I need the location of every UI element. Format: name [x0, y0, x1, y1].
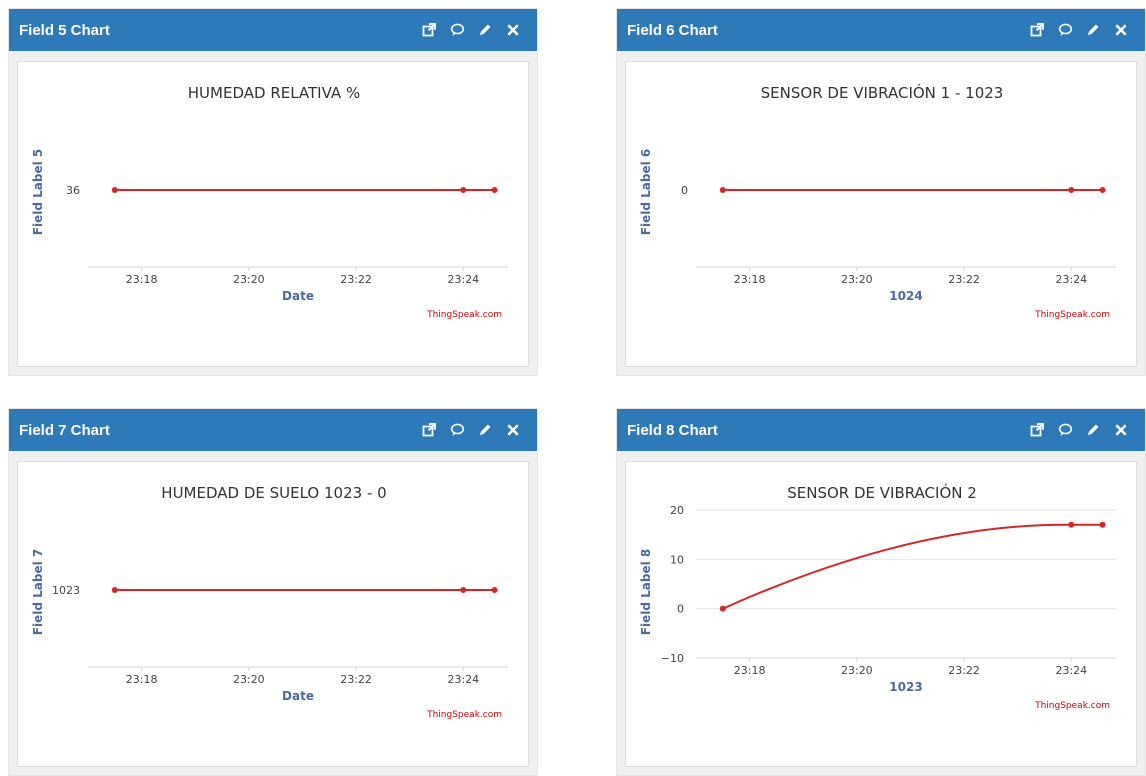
comment-icon[interactable] [1051, 418, 1079, 442]
chart-title: SENSOR DE VIBRACIÓN 2 [787, 483, 977, 502]
comment-icon[interactable] [1051, 18, 1079, 42]
x-tick-label: 23:20 [233, 673, 265, 686]
y-axis-label: Field Label 5 [31, 149, 45, 235]
close-icon[interactable] [499, 18, 527, 42]
external-link-icon[interactable] [415, 18, 443, 42]
x-tick-label: 23:22 [948, 273, 980, 286]
chart-title: SENSOR DE VIBRACIÓN 1 - 1023 [761, 83, 1004, 102]
x-tick-label: 23:20 [233, 273, 265, 286]
comment-icon[interactable] [443, 18, 471, 42]
external-link-icon[interactable] [415, 418, 443, 442]
y-tick-label: 20 [670, 504, 684, 517]
chart-area: SENSOR DE VIBRACIÓN 2 Field Label 8 20 10 0 −… [625, 461, 1137, 767]
data-point[interactable] [111, 587, 118, 593]
x-tick-label: 23:24 [447, 673, 479, 686]
comment-icon[interactable] [443, 418, 471, 442]
pencil-icon[interactable] [1079, 418, 1107, 442]
panel-header: Field 5 Chart [9, 9, 537, 51]
field-6-chart-panel: Field 6 Chart SENSOR DE VIBRACIÓN 1 - 10… [616, 8, 1146, 376]
y-axis-label: Field Label 8 [639, 549, 653, 635]
data-point[interactable] [491, 187, 498, 193]
x-axis-label: 1024 [889, 289, 922, 303]
thingspeak-credit-link[interactable]: ThingSpeak.com [1034, 701, 1110, 711]
chart-svg: SENSOR DE VIBRACIÓN 2 Field Label 8 20 10 0 −… [639, 483, 1116, 711]
chart-area: SENSOR DE VIBRACIÓN 1 - 1023 Field Label … [625, 61, 1137, 367]
header-icons [415, 18, 527, 42]
x-axis-label: Date [282, 689, 314, 703]
x-tick-label: 23:20 [841, 273, 873, 286]
y-tick-label: 36 [66, 184, 80, 197]
x-tick-label: 23:18 [734, 664, 766, 677]
panel-header: Field 7 Chart [9, 409, 537, 451]
data-point[interactable] [719, 187, 726, 193]
data-point[interactable] [719, 605, 726, 612]
x-tick-label: 23:24 [1055, 664, 1087, 677]
close-icon[interactable] [499, 418, 527, 442]
y-tick-label: 0 [681, 184, 688, 197]
pencil-icon[interactable] [1079, 18, 1107, 42]
x-tick-label: 23:18 [734, 273, 766, 286]
y-axis-label: Field Label 6 [639, 149, 653, 235]
pencil-icon[interactable] [471, 18, 499, 42]
close-icon[interactable] [1107, 418, 1135, 442]
field-5-chart-panel: Field 5 Chart HUMEDAD RELATIVA % Field La… [8, 8, 538, 376]
y-tick-label: 0 [677, 603, 684, 616]
data-point[interactable] [111, 187, 118, 193]
y-tick-label: 10 [670, 553, 684, 566]
data-point[interactable] [460, 587, 467, 593]
chart-svg: HUMEDAD DE SUELO 1023 - 0 Field Label 7 10… [31, 484, 508, 720]
header-icons [1023, 418, 1135, 442]
header-icons [1023, 18, 1135, 42]
data-point[interactable] [491, 587, 498, 593]
field-8-chart-panel: Field 8 Chart SENSOR DE VIBRACIÓN 2 Field… [616, 408, 1146, 776]
panel-title: Field 8 Chart [627, 421, 718, 439]
close-icon[interactable] [1107, 18, 1135, 42]
y-tick-label: 1023 [52, 584, 80, 597]
chart-title: HUMEDAD DE SUELO 1023 - 0 [161, 484, 386, 502]
pencil-icon[interactable] [471, 418, 499, 442]
data-point[interactable] [1068, 187, 1075, 193]
panel-header: Field 8 Chart [617, 409, 1145, 451]
field-7-chart-panel: Field 7 Chart HUMEDAD DE SUELO 1023 - 0 F… [8, 408, 538, 776]
data-point[interactable] [460, 187, 467, 193]
x-tick-label: 23:24 [1055, 273, 1087, 286]
data-point[interactable] [1099, 187, 1106, 193]
panel-header: Field 6 Chart [617, 9, 1145, 51]
x-axis-label: Date [282, 289, 314, 303]
panel-title: Field 5 Chart [19, 21, 110, 39]
chart-svg: SENSOR DE VIBRACIÓN 1 - 1023 Field Label … [639, 83, 1116, 320]
data-point[interactable] [1068, 521, 1075, 528]
x-tick-label: 23:22 [340, 273, 372, 286]
thingspeak-credit-link[interactable]: ThingSpeak.com [426, 710, 502, 720]
external-link-icon[interactable] [1023, 18, 1051, 42]
x-tick-label: 23:22 [340, 673, 372, 686]
data-point[interactable] [1099, 521, 1106, 528]
external-link-icon[interactable] [1023, 418, 1051, 442]
header-icons [415, 418, 527, 442]
y-axis-label: Field Label 7 [31, 549, 45, 635]
panel-title: Field 6 Chart [627, 21, 718, 39]
y-tick-label: −10 [661, 652, 684, 665]
chart-svg: HUMEDAD RELATIVA % Field Label 5 36 23:18 23… [31, 84, 508, 320]
chart-area: HUMEDAD RELATIVA % Field Label 5 36 23:18 23… [17, 61, 529, 367]
chart-title: HUMEDAD RELATIVA % [188, 84, 360, 102]
x-tick-label: 23:24 [447, 273, 479, 286]
thingspeak-credit-link[interactable]: ThingSpeak.com [426, 310, 502, 320]
chart-area: HUMEDAD DE SUELO 1023 - 0 Field Label 7 10… [17, 461, 529, 767]
x-tick-label: 23:18 [126, 273, 158, 286]
series-line [722, 523, 1103, 610]
x-axis-label: 1023 [889, 680, 922, 694]
x-tick-label: 23:22 [948, 664, 980, 677]
x-tick-label: 23:20 [841, 664, 873, 677]
thingspeak-credit-link[interactable]: ThingSpeak.com [1034, 310, 1110, 320]
panel-title: Field 7 Chart [19, 421, 110, 439]
x-tick-label: 23:18 [126, 673, 158, 686]
